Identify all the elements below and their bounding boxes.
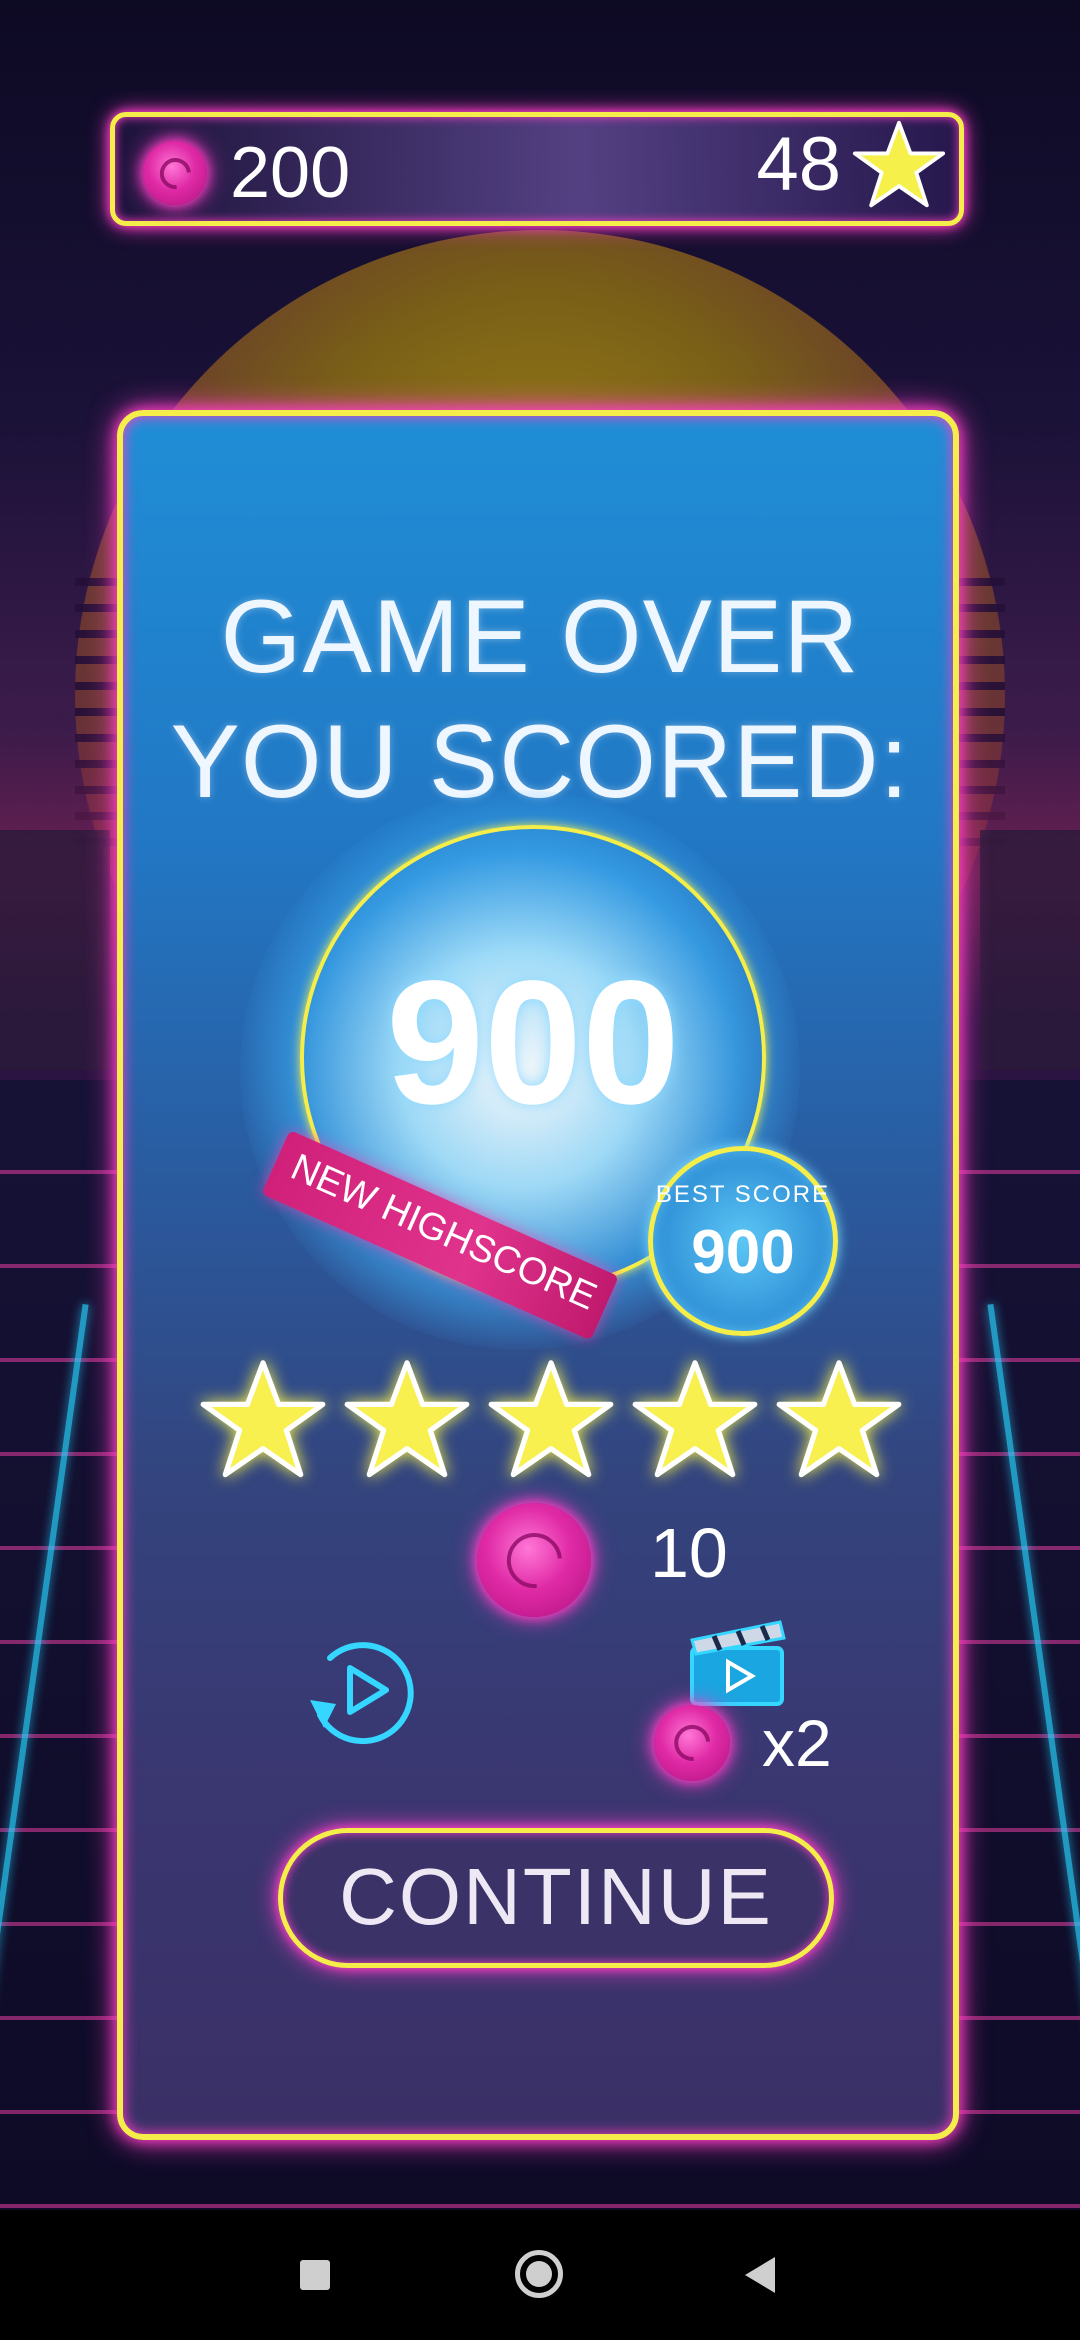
back-button[interactable] <box>745 2257 775 2293</box>
star-balance: 48 <box>756 122 841 207</box>
continue-button[interactable]: CONTINUE <box>278 1828 834 1968</box>
coin-icon <box>654 1705 730 1781</box>
rating-star-icon <box>344 1360 470 1478</box>
currency-bar: 200 48 <box>110 112 964 226</box>
game-over-title: GAME OVER <box>220 579 860 695</box>
rating-star-icon <box>632 1360 758 1478</box>
city-skyline-right <box>980 830 1080 1070</box>
city-skyline-left <box>0 830 110 1070</box>
replay-icon <box>310 1642 414 1745</box>
home-button[interactable] <box>515 2250 563 2298</box>
best-score-badge: BEST SCORE 900 <box>648 1146 838 1336</box>
reward-multiplier: x2 <box>762 1706 832 1780</box>
final-score: 900 <box>386 945 680 1141</box>
best-score-label: BEST SCORE <box>655 1181 831 1208</box>
rating-star-icon <box>776 1360 902 1478</box>
watch-ad-double-button[interactable]: x2 <box>650 1610 880 1781</box>
best-score-value: 900 <box>691 1218 795 1287</box>
replay-button[interactable] <box>290 1620 430 1760</box>
rating-star-icon <box>488 1360 614 1478</box>
recent-apps-button[interactable] <box>300 2260 330 2290</box>
coin-icon <box>143 141 207 205</box>
clapperboard-icon <box>690 1620 786 1706</box>
coin-reward: 10 <box>650 1514 728 1592</box>
star-icon <box>852 120 946 208</box>
coin-icon <box>477 1503 591 1617</box>
coin-balance: 200 <box>230 133 351 213</box>
rating-star-icon <box>200 1360 326 1478</box>
